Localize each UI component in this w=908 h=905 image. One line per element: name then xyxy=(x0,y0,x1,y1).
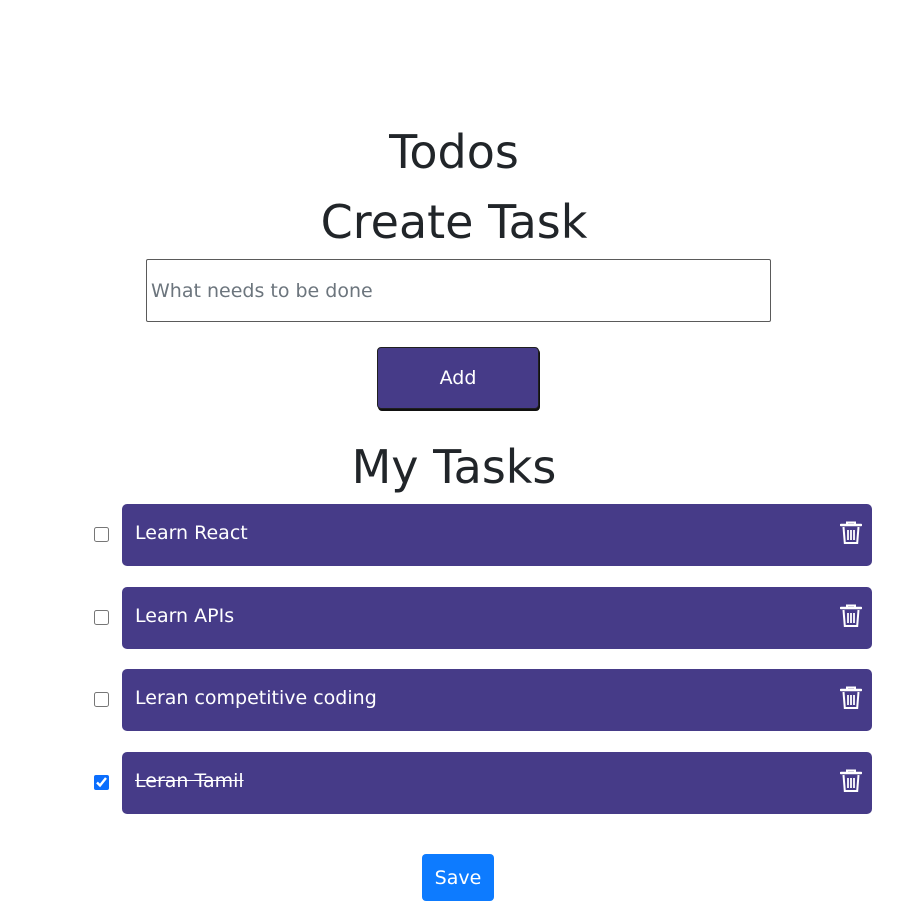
task-item: Leran Tamil xyxy=(0,752,908,814)
task-item: Leran competitive coding xyxy=(0,669,908,731)
task-checkbox[interactable] xyxy=(94,527,109,542)
task-item: Learn APIs xyxy=(0,587,908,649)
task-card: Learn React xyxy=(122,504,872,566)
task-checkbox[interactable] xyxy=(94,692,109,707)
task-item: Learn React xyxy=(0,504,908,566)
my-tasks-heading: My Tasks xyxy=(351,440,557,494)
trash-icon[interactable] xyxy=(840,686,862,710)
task-card: Leran competitive coding xyxy=(122,669,872,731)
task-input[interactable] xyxy=(146,259,771,322)
task-card: Learn APIs xyxy=(122,587,872,649)
task-label[interactable]: Leran Tamil xyxy=(135,752,244,810)
task-label[interactable]: Learn APIs xyxy=(135,587,234,645)
create-task-heading: Create Task xyxy=(320,195,588,249)
trash-icon[interactable] xyxy=(840,769,862,793)
trash-icon[interactable] xyxy=(840,604,862,628)
task-checkbox[interactable] xyxy=(94,610,109,625)
task-label[interactable]: Leran competitive coding xyxy=(135,669,377,727)
task-label[interactable]: Learn React xyxy=(135,504,248,562)
task-card: Leran Tamil xyxy=(122,752,872,814)
app-title: Todos xyxy=(389,125,519,179)
save-button[interactable]: Save xyxy=(422,854,494,901)
add-button[interactable]: Add xyxy=(377,347,539,409)
todo-app: Todos Create Task Add My Tasks Learn Rea… xyxy=(0,0,908,905)
task-checkbox[interactable] xyxy=(94,775,109,790)
trash-icon[interactable] xyxy=(840,521,862,545)
